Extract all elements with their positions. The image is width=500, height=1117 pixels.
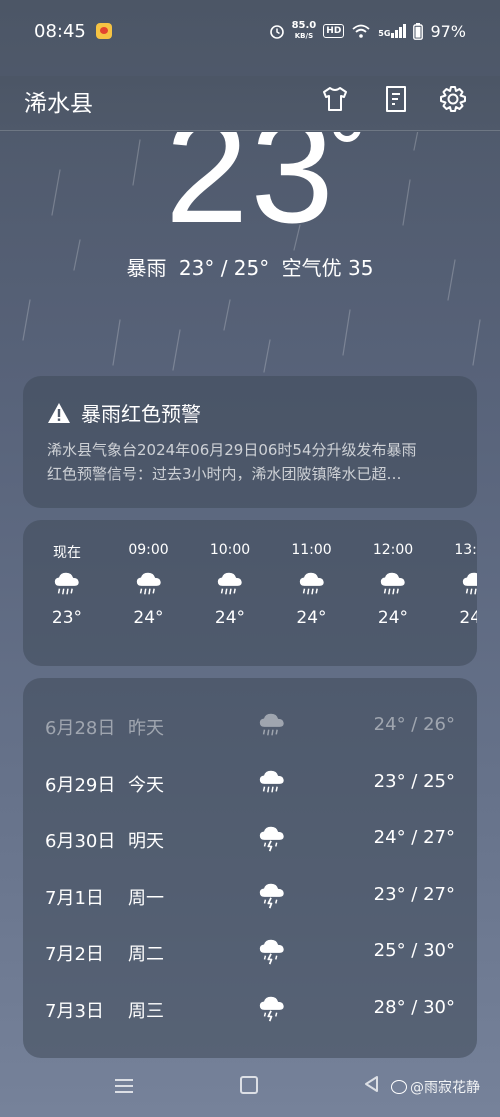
heavy-rain-icon [462, 572, 477, 595]
status-bar: 08:45 85.0 KB/S HD 5G 97% [34, 16, 466, 46]
daily-row[interactable]: 6月29日 今天 23° / 25° [23, 759, 477, 815]
status-time: 08:45 [34, 20, 86, 42]
day-temp-range: 23° / 27° [373, 883, 455, 905]
wifi-icon [352, 24, 370, 38]
day-name: 昨天 [128, 718, 164, 739]
day-temp-range: 24° / 26° [373, 714, 455, 735]
alert-description: 浠水县气象台2024年06月29日06时54分升级发布暴雨 红色预警信号：过去3… [47, 441, 417, 483]
app-header: 浠水县 [0, 76, 500, 131]
daily-forecast[interactable]: 6月28日 昨天 24° / 26° 6月29日 今天 23° / 25° 6月30日 明天 2… [23, 678, 477, 1058]
settings-gear-icon[interactable] [438, 84, 468, 114]
daily-row[interactable]: 7月2日 周二 25° / 30° [23, 928, 477, 984]
day-date: 6月28日 [45, 718, 116, 739]
thunderstorm-icon [259, 996, 284, 1021]
status-icons: 85.0 KB/S HD 5G 97% [269, 21, 466, 41]
day-temp-range: 24° / 27° [373, 827, 455, 848]
hour-temperature: 24° [133, 608, 164, 628]
watermark: @雨寂花静 [391, 1077, 480, 1097]
hourly-item: 11:00 24° [282, 542, 342, 628]
city-name[interactable]: 浠水县 [24, 84, 93, 118]
day-date: 7月1日 [45, 887, 104, 909]
daily-row[interactable]: 7月1日 周一 23° / 27° [23, 872, 477, 928]
clothing-index-icon[interactable] [320, 84, 350, 114]
current-summary: 暴雨 23° / 25° 空气优 35 [0, 252, 500, 281]
battery-icon [413, 22, 424, 40]
heavy-rain-icon [54, 572, 79, 595]
hourly-item: 13:00 24° [445, 542, 477, 628]
day-date: 6月30日 [45, 831, 116, 852]
heavy-rain-icon [259, 770, 284, 792]
cell-signal-icon: 5G [378, 24, 407, 38]
hour-temperature: 24° [214, 608, 246, 628]
hour-label: 11:00 [291, 542, 332, 558]
weibo-notification-icon [95, 23, 112, 39]
recent-apps-button[interactable] [115, 1079, 133, 1093]
hour-label: 现在 [53, 545, 81, 561]
heavy-rain-icon [136, 572, 161, 595]
heavy-rain-icon [299, 572, 324, 595]
network-speed: 85.0 KB/S [291, 20, 317, 41]
hour-temperature: 23° [51, 608, 83, 628]
daily-row[interactable]: 6月30日 明天 24° / 27° [23, 815, 477, 871]
home-button[interactable] [240, 1076, 258, 1094]
day-name: 明天 [128, 831, 164, 852]
alarm-icon [269, 25, 284, 39]
daily-row[interactable]: 6月28日 昨天 24° / 26° [23, 702, 477, 758]
heavy-rain-icon [380, 572, 405, 595]
battery-percent: 97% [430, 21, 466, 41]
hourly-item: 09:00 24° [119, 542, 179, 628]
alert-title: 暴雨红色预警 [47, 398, 201, 427]
current-range: 23° / 25° [178, 256, 270, 280]
day-date: 7月3日 [45, 1000, 104, 1022]
news-list-icon[interactable] [381, 84, 411, 114]
day-name: 周二 [128, 944, 164, 965]
thunderstorm-icon [259, 939, 284, 965]
hour-temperature: 24° [377, 608, 409, 628]
day-name: 周一 [128, 887, 164, 909]
thunderstorm-icon [259, 826, 284, 852]
hd-badge: HD [323, 24, 345, 38]
heavy-rain-icon [217, 572, 242, 595]
day-temp-range: 28° / 30° [373, 996, 455, 1018]
day-temp-range: 25° / 30° [373, 940, 455, 961]
hourly-item: 10:00 24° [200, 542, 260, 628]
daily-row[interactable]: 7月3日 周三 28° / 30° [23, 985, 477, 1041]
heavy-rain-icon [259, 713, 284, 736]
day-name: 周三 [128, 1000, 164, 1022]
hour-temperature: 24° [459, 608, 477, 628]
current-condition: 暴雨 [126, 256, 167, 280]
weather-alert-card[interactable]: 暴雨红色预警 浠水县气象台2024年06月29日06时54分升级发布暴雨 红色预… [23, 376, 477, 508]
warning-icon [48, 402, 70, 423]
day-name: 今天 [128, 774, 164, 796]
weibo-watermark-icon [391, 1080, 407, 1094]
hour-label: 13:00 [454, 542, 477, 558]
hour-label: 12:00 [372, 542, 414, 558]
hour-label: 09:00 [128, 542, 169, 558]
day-date: 7月2日 [45, 944, 104, 965]
thunderstorm-icon [259, 883, 284, 908]
day-date: 6月29日 [45, 774, 116, 796]
hour-temperature: 24° [296, 608, 327, 628]
day-temp-range: 23° / 25° [373, 770, 455, 792]
hourly-item: 现在 23° [37, 542, 97, 628]
air-quality[interactable]: 空气优 35 [282, 256, 374, 280]
hourly-forecast[interactable]: 现在 23° 09:00 24° 10:00 24° 11:00 24° 12:00 24° 13:… [23, 520, 477, 666]
back-button[interactable] [362, 1074, 382, 1094]
hourly-item: 12:00 24° [363, 542, 423, 628]
hour-label: 10:00 [209, 542, 251, 558]
